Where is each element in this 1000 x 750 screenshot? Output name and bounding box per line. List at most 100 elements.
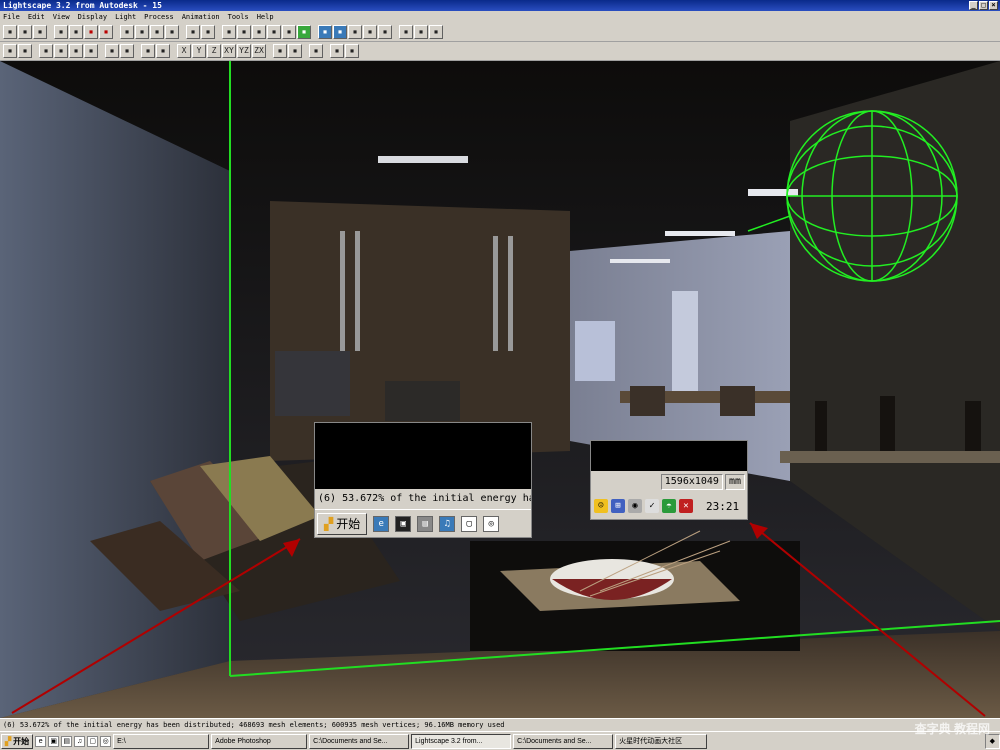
menu-help[interactable]: Help (257, 11, 274, 23)
menu-file[interactable]: File (3, 11, 20, 23)
open-icon[interactable]: ▪ (18, 25, 32, 39)
toolbar-separator (114, 25, 119, 39)
cube-icon: ▢ (461, 515, 478, 532)
tray-icon[interactable]: ◆ (990, 737, 995, 745)
edit-icon[interactable]: ▪ (18, 44, 32, 58)
menu-display[interactable]: Display (78, 11, 108, 23)
menu-tools[interactable]: Tools (228, 11, 249, 23)
app-icon[interactable]: ▤ (61, 735, 73, 747)
print-icon[interactable]: ▪ (69, 25, 83, 39)
move-icon[interactable]: ▪ (150, 25, 164, 39)
y-axis-icon[interactable]: Y (192, 44, 206, 58)
network-icon: ⊞ (611, 499, 625, 513)
render-icon[interactable]: ▪ (222, 25, 236, 39)
light-icon[interactable]: ▪ (267, 25, 281, 39)
x-axis-icon[interactable]: X (177, 44, 191, 58)
view2-icon[interactable]: ▪ (120, 44, 134, 58)
scene-render (0, 61, 1000, 718)
qq-icon: ☺ (594, 499, 608, 513)
task-lightscape[interactable]: Lightscape 3.2 from... (411, 733, 512, 749)
rotate-icon[interactable]: ▪ (288, 44, 302, 58)
zoom-start-label: 开始 (336, 516, 361, 531)
z-axis-icon[interactable]: Z (207, 44, 221, 58)
start-button[interactable]: ▞ 开始 (1, 733, 34, 749)
stats-icon[interactable]: ▪ (414, 25, 428, 39)
menu-edit[interactable]: Edit (28, 11, 45, 23)
mesh-icon[interactable]: ▪ (348, 25, 362, 39)
eye-icon[interactable]: ▪ (273, 44, 287, 58)
search-icon: ◉ (628, 499, 642, 513)
close-button[interactable]: × (989, 1, 998, 10)
green-icon[interactable]: ▪ (297, 25, 311, 39)
pan-icon[interactable]: ▪ (54, 44, 68, 58)
zx-icon[interactable]: ZX (252, 44, 266, 58)
view-toolbar: ▪ ▪ ▪ ▪ ▪ ▪ ▪ ▪ ▪ ▪ X Y Z XY YZ ZX ▪ ▪ ▪ ▪ ▪ (0, 42, 1000, 61)
umbrella-icon: ☂ (662, 499, 676, 513)
cube-icon[interactable]: ▢ (87, 735, 99, 747)
task-documents-2[interactable]: C:\Documents and Se... (513, 733, 614, 749)
yz-icon[interactable]: YZ (237, 44, 251, 58)
zoom-icon[interactable]: ▪ (201, 25, 215, 39)
help-icon[interactable]: ▪ (84, 25, 98, 39)
menu-light[interactable]: Light (115, 11, 136, 23)
photo-icon[interactable]: ▣ (48, 735, 60, 747)
context-help-icon[interactable]: ▪ (99, 25, 113, 39)
select-icon[interactable]: ▪ (120, 25, 134, 39)
xy-icon[interactable]: XY (222, 44, 236, 58)
view1-icon[interactable]: ▪ (105, 44, 119, 58)
ie-icon[interactable]: e (35, 735, 47, 747)
resolution-readout: 1596x1049 (660, 474, 723, 490)
minimize-button[interactable]: _ (969, 1, 978, 10)
menu-animation[interactable]: Animation (182, 11, 220, 23)
layer-icon[interactable]: ▪ (282, 25, 296, 39)
task-documents-1[interactable]: C:\Documents and Se... (309, 733, 410, 749)
color-icon[interactable]: ▪ (330, 44, 344, 58)
texture-icon[interactable]: ▪ (345, 44, 359, 58)
process-icon[interactable]: ▪ (333, 25, 347, 39)
wire-icon[interactable]: ▪ (237, 25, 251, 39)
zoom-tray: ☺ ⊞ ◉ ✓ ☂ ✕ 23:21 (591, 493, 747, 519)
pointer-icon[interactable]: ▪ (3, 44, 17, 58)
zoom-resolution-strip: 1596x1049 mm (591, 471, 747, 493)
security-icon: ✓ (645, 499, 659, 513)
solution-icon[interactable]: ▪ (318, 25, 332, 39)
zoom-start-button: ▞ 开始 (317, 512, 368, 535)
sun-icon[interactable]: ▪ (363, 25, 377, 39)
maximize-button[interactable]: □ (979, 1, 988, 10)
toolbar-separator (324, 44, 329, 58)
camera-icon[interactable]: ▪ (186, 25, 200, 39)
walk-icon[interactable]: ▪ (84, 44, 98, 58)
light-edit-icon[interactable]: ▪ (156, 44, 170, 58)
disc-icon: ◎ (483, 515, 500, 532)
save-icon[interactable]: ▪ (33, 25, 47, 39)
task-explorer[interactable]: E:\ (113, 733, 210, 749)
new-icon[interactable]: ▪ (3, 25, 17, 39)
main-toolbar: ▪ ▪ ▪ ▪ ▪ ▪ ▪ ▪ ▪ ▪ ▪ ▪ ▪ ▪ ▪ ▪ ▪ ▪ ▪ ▪ ▪ ▪ ▪ ▪ ▪ ▪ ▪ (0, 23, 1000, 42)
person-icon[interactable]: ▪ (309, 44, 323, 58)
menu-process[interactable]: Process (144, 11, 174, 23)
task-photoshop[interactable]: Adobe Photoshop (211, 733, 308, 749)
toolbar-separator (180, 25, 185, 39)
menu-view[interactable]: View (53, 11, 70, 23)
zoom-clock: 23:21 (706, 499, 740, 513)
task-community[interactable]: 火星时代动画大社区 (615, 733, 708, 749)
undo-icon[interactable]: ▪ (54, 25, 68, 39)
table-icon[interactable]: ▪ (429, 25, 443, 39)
orbit-icon[interactable]: ▪ (39, 44, 53, 58)
media-icon: ♫ (439, 515, 456, 532)
start-label: 开始 (13, 736, 30, 746)
media-icon[interactable]: ♫ (74, 735, 86, 747)
scale-icon[interactable]: ▪ (165, 25, 179, 39)
unit-readout: mm (724, 474, 745, 490)
render-viewport[interactable]: (6) 53.672% of the initial energy ha ▞ 开… (0, 61, 1000, 718)
watermark: 查字典 教程网 (914, 722, 990, 736)
material-icon[interactable]: ▪ (252, 25, 266, 39)
photo-icon[interactable]: ▪ (399, 25, 413, 39)
stop-icon[interactable]: ▪ (378, 25, 392, 39)
light-add-icon[interactable]: ▪ (141, 44, 155, 58)
app-icon: ▤ (417, 515, 434, 532)
disc-icon[interactable]: ◎ (100, 735, 112, 747)
copy-icon[interactable]: ▪ (135, 25, 149, 39)
windows-logo-icon: ▞ (324, 516, 334, 531)
zoomview-icon[interactable]: ▪ (69, 44, 83, 58)
